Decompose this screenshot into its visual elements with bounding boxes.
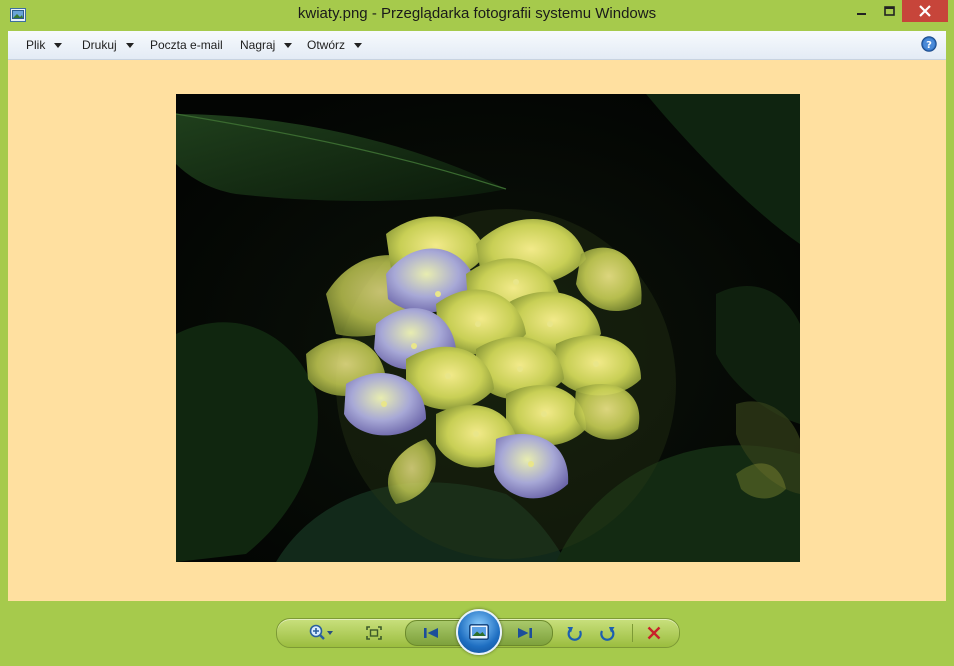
- rotate-clockwise-button[interactable]: [594, 619, 620, 647]
- minimize-icon: [857, 13, 866, 15]
- menu-file[interactable]: Plik: [26, 38, 63, 52]
- menu-bar: Plik Drukuj Poczta e-mail Nagraj Otwórz …: [8, 31, 946, 60]
- slideshow-icon: [469, 624, 489, 640]
- menu-burn[interactable]: Nagraj: [240, 38, 293, 52]
- delete-icon: [647, 626, 661, 640]
- menu-open-label: Otwórz: [307, 38, 346, 52]
- chevron-down-icon: [284, 42, 293, 48]
- menu-open[interactable]: Otwórz: [307, 38, 363, 52]
- photo-viewer-window: kwiaty.png - Przeglądarka fotografii sys…: [0, 0, 954, 666]
- zoom-icon: [309, 624, 333, 640]
- previous-icon: [424, 628, 438, 638]
- slideshow-button[interactable]: [456, 609, 502, 655]
- menu-print[interactable]: Drukuj: [82, 38, 134, 52]
- chevron-down-icon: [125, 42, 134, 48]
- menu-burn-label: Nagraj: [240, 38, 276, 52]
- rotate-clockwise-icon: [600, 627, 615, 641]
- minimize-button[interactable]: [848, 0, 876, 22]
- chevron-down-icon: [354, 42, 363, 48]
- maximize-icon: [883, 6, 895, 16]
- chevron-down-icon: [54, 42, 63, 48]
- next-button[interactable]: [511, 619, 539, 647]
- menu-file-label: Plik: [26, 38, 46, 52]
- menu-email-label: Poczta e-mail: [150, 38, 223, 52]
- svg-text:?: ?: [926, 40, 932, 51]
- image-viewer-area[interactable]: [8, 60, 946, 601]
- toolbar-separator: [632, 624, 633, 642]
- close-icon: [919, 5, 931, 17]
- menu-email[interactable]: Poczta e-mail: [150, 38, 223, 52]
- close-button[interactable]: [902, 0, 948, 22]
- maximize-button[interactable]: [876, 0, 902, 22]
- fit-to-window-icon: [366, 626, 382, 640]
- rotate-counterclockwise-button[interactable]: [562, 619, 588, 647]
- window-title: kwiaty.png - Przeglądarka fotografii sys…: [297, 5, 657, 22]
- zoom-button[interactable]: [303, 619, 339, 647]
- rotate-counterclockwise-icon: [567, 627, 582, 641]
- help-icon[interactable]: ?: [921, 36, 937, 52]
- hydrangea-flower-photo[interactable]: [176, 94, 800, 562]
- fit-to-window-button[interactable]: [362, 619, 386, 647]
- title-bar[interactable]: kwiaty.png - Przeglądarka fotografii sys…: [0, 0, 954, 30]
- next-icon: [518, 628, 532, 638]
- previous-button[interactable]: [417, 619, 445, 647]
- menu-print-label: Drukuj: [82, 38, 117, 52]
- delete-button[interactable]: [641, 619, 667, 647]
